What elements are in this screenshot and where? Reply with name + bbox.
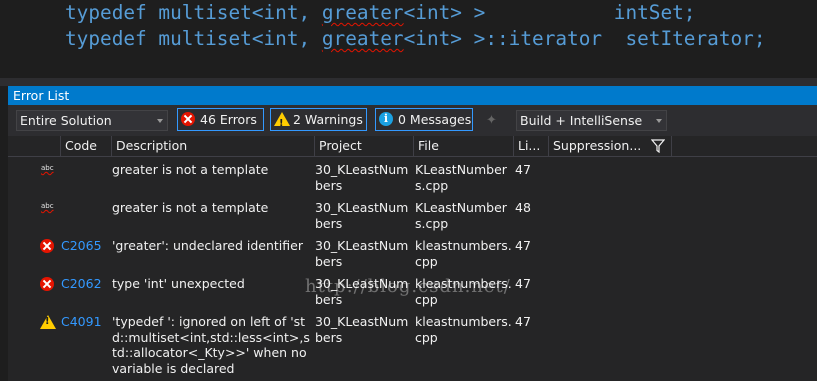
error-list-toolbar: Entire Solution 46 Errors 2 Warnings i 0… [8, 105, 817, 136]
error-icon [40, 239, 54, 253]
code-line-1[interactable]: typedef multiset<int, greater<int> > int… [65, 0, 696, 26]
row-code-link[interactable]: C2062 [61, 276, 102, 292]
row-code-link[interactable]: C4091 [61, 314, 102, 330]
row-line: 47 [515, 276, 531, 291]
type-name: intSet; [613, 1, 696, 24]
row-code-link[interactable]: C2065 [61, 238, 102, 254]
row-description: 'typedef ': ignored on left of 'std::mul… [112, 314, 311, 376]
column-divider [548, 136, 549, 156]
panel-title[interactable]: Error List [8, 86, 817, 105]
type-name: setIterator; [625, 27, 766, 50]
chevron-down-icon [157, 119, 163, 123]
warnings-filter-label: 2 Warnings [293, 112, 363, 127]
column-header-row: Code Description Project File Li... Supp… [8, 136, 817, 157]
error-row[interactable]: C2065 'greater': undeclared identifier 3… [8, 238, 817, 276]
row-project: 30_KLeastNumbers [315, 238, 409, 269]
code-editor[interactable]: typedef multiset<int, greater<int> > int… [0, 0, 817, 78]
keyword-typedef: typedef [65, 27, 147, 50]
warning-icon [40, 315, 56, 329]
scope-dropdown-value: Entire Solution [20, 113, 112, 128]
code-line-2[interactable]: typedef multiset<int, greater<int> >::it… [65, 26, 766, 52]
row-file: kleastnumbers.cpp [415, 238, 512, 269]
row-file: kleastnumbers.cpp [415, 314, 512, 345]
panel-splitter[interactable] [0, 78, 817, 86]
column-divider [671, 136, 672, 156]
clear-filter-icon[interactable]: ✦ [486, 113, 497, 128]
error-icon [181, 112, 195, 126]
scope-dropdown[interactable]: Entire Solution [16, 110, 168, 131]
error-row[interactable]: C4091 'typedef ': ignored on left of 'st… [8, 314, 817, 381]
errors-filter-button[interactable]: 46 Errors [177, 108, 264, 131]
messages-filter-label: 0 Messages [398, 112, 472, 127]
squiggle-greater[interactable]: greater [322, 1, 404, 24]
row-file: KLeastNumbers.cpp [415, 200, 507, 231]
error-row[interactable]: abc greater is not a template 30_KLeastN… [8, 200, 817, 238]
column-header-file[interactable]: File [418, 136, 439, 156]
source-dropdown[interactable]: Build + IntelliSense [516, 110, 667, 131]
info-icon: i [379, 112, 393, 126]
row-file: KLeastNumbers.cpp [415, 162, 507, 193]
column-header-description[interactable]: Description [116, 136, 187, 156]
row-line: 48 [515, 200, 531, 215]
row-description: type 'int' unexpected [112, 276, 245, 291]
template-multiset: multiset<int, [158, 1, 311, 24]
template-args: <int> > [403, 1, 486, 24]
error-list-panel: Error List Entire Solution 46 Errors 2 W… [8, 86, 817, 381]
warning-icon [274, 112, 290, 134]
watermark: http://blog.csdn.net/ [305, 276, 511, 297]
row-description: 'greater': undeclared identifier [112, 238, 303, 253]
warnings-filter-button[interactable]: 2 Warnings [270, 108, 367, 134]
messages-filter-button[interactable]: i 0 Messages [375, 108, 473, 131]
template-args: <int> >::iterator [403, 27, 603, 50]
column-header-line[interactable]: Li... [518, 136, 540, 156]
row-line: 47 [515, 162, 531, 177]
column-divider [413, 136, 414, 156]
row-project: 30_KLeastNumbers [315, 200, 409, 231]
row-description: greater is not a template [112, 162, 269, 177]
squiggle-greater[interactable]: greater [322, 27, 404, 50]
keyword-typedef: typedef [65, 1, 147, 24]
row-description: greater is not a template [112, 200, 269, 215]
error-row[interactable]: abc greater is not a template 30_KLeastN… [8, 162, 817, 200]
row-project: 30_KLeastNumbers [315, 162, 409, 193]
column-header-suppression[interactable]: Suppression... [553, 136, 641, 156]
chevron-down-icon [656, 119, 662, 123]
column-divider [314, 136, 315, 156]
spellcheck-icon: abc [41, 164, 54, 172]
row-line: 47 [515, 238, 531, 253]
errors-filter-label: 46 Errors [200, 112, 257, 127]
source-dropdown-value: Build + IntelliSense [520, 113, 643, 128]
column-divider [111, 136, 112, 156]
row-line: 47 [515, 314, 531, 329]
filter-icon[interactable] [651, 139, 665, 153]
error-icon [40, 277, 54, 291]
row-project: 30_KLeastNumbers [315, 314, 409, 345]
spellcheck-icon: abc [41, 202, 54, 210]
column-header-code[interactable]: Code [65, 136, 97, 156]
column-header-project[interactable]: Project [319, 136, 362, 156]
column-divider [60, 136, 61, 156]
template-multiset: multiset<int, [158, 27, 311, 50]
column-divider [513, 136, 514, 156]
